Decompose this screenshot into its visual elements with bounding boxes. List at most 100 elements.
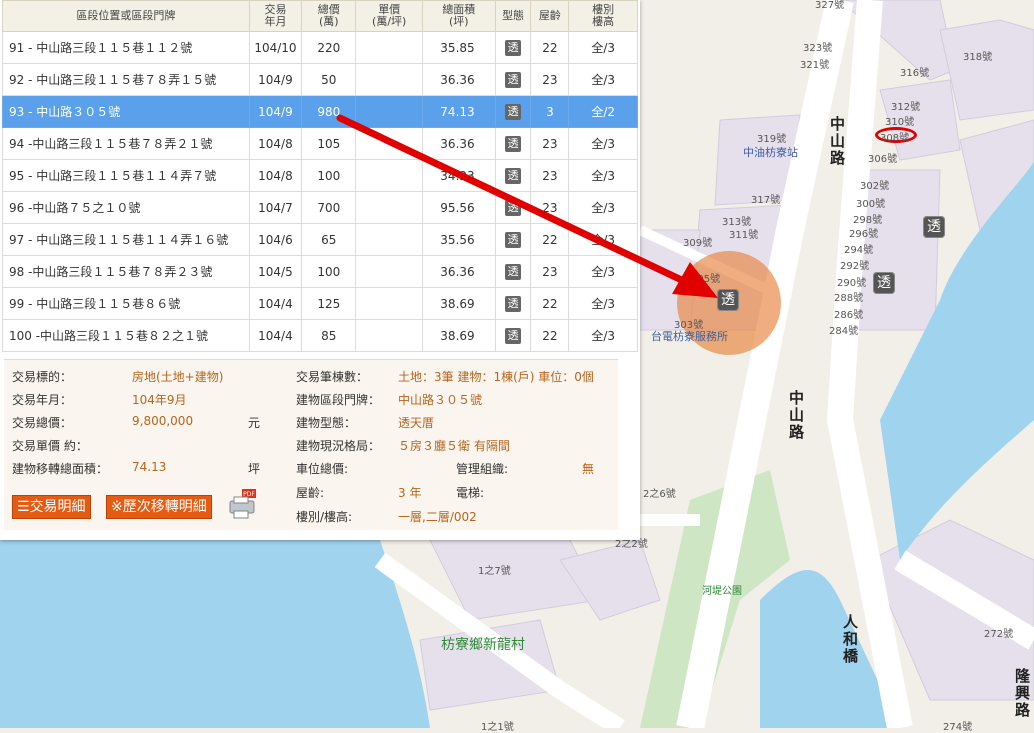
road-label: 中山路 [787,390,805,441]
table-row[interactable]: 96 -中山路７５之１０號 104/7 700 95.56 透 23 全/3 [2,191,638,224]
col-address[interactable]: 區段位置或區段門牌 [2,0,250,32]
type-badge: 透 [505,295,522,312]
transaction-marker[interactable]: 透 [873,272,895,294]
cell-age: 23 [530,63,570,96]
detail-label: 交易年月： [12,393,73,407]
cell-type: 透 [494,31,532,64]
park-label: 河堤公園 [702,586,742,597]
detail-value: 一層,二層/002 [398,510,477,524]
cell-age: 3 [530,95,570,128]
cell-area: 36.36 [421,127,496,160]
power-office-label: 台電枋寮服務所 [651,330,728,343]
transaction-marker-selected[interactable]: 透 [717,289,739,311]
map-label: 323號 [803,43,833,54]
table-row[interactable]: 100 -中山路三段１１５巷８２之１號 104/4 85 38.69 透 22 全/3 [2,319,638,352]
cell-age: 22 [530,319,570,352]
detail-value: 土地：3筆 建物：1棟(戶) 車位：0個 [398,370,594,384]
cell-price: 50 [301,63,357,96]
col-date[interactable]: 交易 年月 [248,0,303,32]
cell-address: 92 - 中山路三段１１５巷７８弄１５號 [2,63,250,96]
type-badge: 透 [505,71,522,88]
detail-label: 建物型態： [296,416,357,430]
cell-price: 100 [301,255,357,288]
table-row[interactable]: 99 - 中山路三段１１５巷８６號 104/4 125 38.69 透 22 全/3 [2,287,638,320]
col-age[interactable]: 屋齡 [530,0,570,32]
cell-address: 94 -中山路三段１１５巷７８弄２１號 [2,127,250,160]
col-area[interactable]: 總面積 (坪) [421,0,496,32]
cell-area: 38.69 [421,319,496,352]
cell-unit-price [355,191,423,224]
col-price[interactable]: 總價 (萬) [301,0,357,32]
detail-label: 樓別/樓高: [296,510,353,524]
cell-area: 95.56 [421,191,496,224]
table-row[interactable]: 95 - 中山路三段１１５巷１１４弄７號 104/8 100 34.23 透 23 全/3 [2,159,638,192]
cell-age: 22 [530,31,570,64]
button-label: 交易明細 [29,499,86,515]
cell-age: 23 [530,159,570,192]
type-badge: 透 [505,263,522,280]
type-badge: 透 [505,327,522,344]
cell-floor: 全/3 [568,127,638,160]
cell-unit-price [355,63,423,96]
cell-date: 104/5 [248,255,303,288]
road-label: 中山路 [828,116,846,167]
cell-type: 透 [494,159,532,192]
table-row[interactable]: 98 -中山路三段１１５巷７８弄２３號 104/5 100 36.36 透 23 全/3 [2,255,638,288]
cell-area: 34.23 [421,159,496,192]
cell-floor: 全/3 [568,287,638,320]
cell-address: 99 - 中山路三段１１５巷８６號 [2,287,250,320]
map-label: 316號 [900,68,930,79]
cell-age: 23 [530,191,570,224]
table-row[interactable]: 91 - 中山路三段１１５巷１１２號 104/10 220 35.85 透 22 全/3 [2,31,638,64]
transfer-history-button[interactable]: ※歷次移轉明細 [106,495,212,519]
cell-unit-price [355,95,423,128]
cell-area: 35.85 [421,31,496,64]
cell-age: 23 [530,127,570,160]
cell-date: 104/8 [248,159,303,192]
detail-value: 74.13 [132,460,167,474]
detail-label: 屋齡: [296,486,325,500]
transaction-detail-button[interactable]: ☰交易明細 [12,495,91,519]
map-label: 302號 [860,181,890,192]
cell-type: 透 [494,95,532,128]
detail-value: 3 年 [398,486,422,500]
cell-address: 96 -中山路７５之１０號 [2,191,250,224]
col-type[interactable]: 型態 [494,0,532,32]
detail-value: 無 [582,462,595,476]
type-badge: 透 [505,167,522,184]
cell-floor: 全/3 [568,319,638,352]
map-label: 298號 [853,215,883,226]
cell-date: 104/4 [248,287,303,320]
col-floor[interactable]: 樓別 樓高 [568,0,638,32]
type-badge: 透 [505,103,522,120]
cell-address: 95 - 中山路三段１１５巷１１４弄７號 [2,159,250,192]
table-row[interactable]: 94 -中山路三段１１５巷７８弄２１號 104/8 105 36.36 透 23 全/3 [2,127,638,160]
detail-label: 建物區段門牌： [296,393,381,407]
map-label: 305號 [691,274,721,285]
cell-address: 97 - 中山路三段１１５巷１１４弄１６號 [2,223,250,256]
cell-area: 36.36 [421,255,496,288]
cell-date: 104/9 [248,95,303,128]
cell-address: 93 - 中山路３０５號 [2,95,250,128]
map-label: 319號 [757,134,787,145]
cell-address: 98 -中山路三段１１５巷７８弄２３號 [2,255,250,288]
cell-price: 105 [301,127,357,160]
transaction-marker[interactable]: 透 [923,216,945,238]
table-row[interactable]: 97 - 中山路三段１１５巷１１４弄１６號 104/6 65 35.56 透 22 全/3 [2,223,638,256]
type-badge: 透 [505,39,522,56]
col-unit-price[interactable]: 單價 (萬/坪) [355,0,423,32]
cell-area: 35.56 [421,223,496,256]
table-row[interactable]: 93 - 中山路３０５號 104/9 980 74.13 透 3 全/2 [2,95,638,128]
detail-value: 9,800,000 [132,414,194,428]
cell-unit-price [355,159,423,192]
detail-label: 管理組織: [456,462,509,476]
table-row[interactable]: 92 - 中山路三段１１５巷７８弄１５號 104/9 50 36.36 透 23 全/3 [2,63,638,96]
pdf-print-icon[interactable]: PDF [228,489,258,519]
detail-unit: 元 [248,416,261,430]
map-label: 1之1號 [481,722,514,733]
map-label: 306號 [868,154,898,165]
map-label: 2之6號 [643,489,676,500]
list-icon: ☰ [17,499,30,515]
cell-price: 65 [301,223,357,256]
detail-label: 車位總價: [296,462,349,476]
